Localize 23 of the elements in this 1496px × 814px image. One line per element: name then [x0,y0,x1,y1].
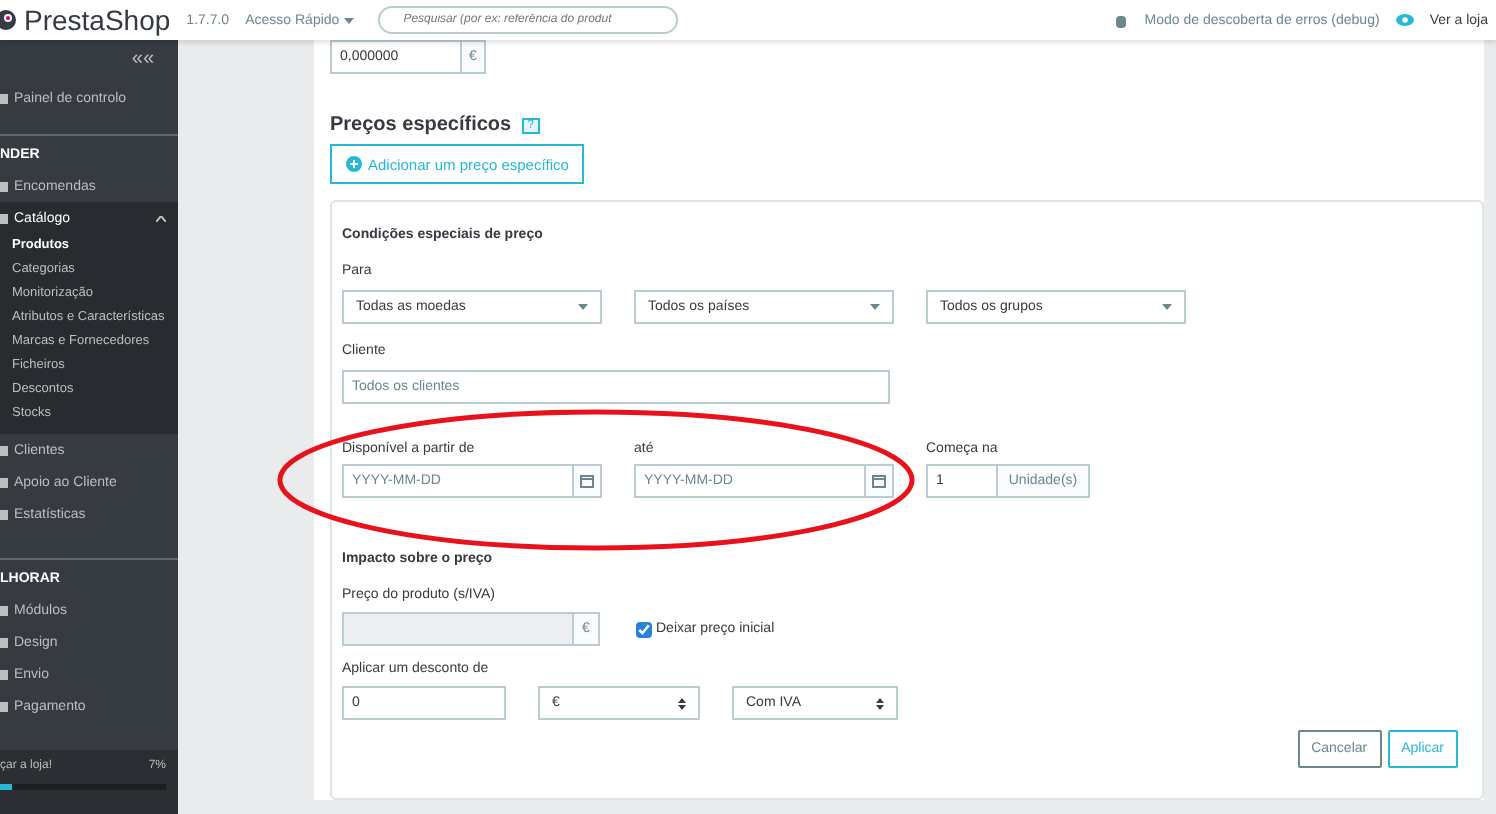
menu-item-icon [0,445,8,455]
caret-down-icon [1162,304,1172,310]
dashboard-icon [0,93,8,103]
menu-item-icon [0,637,8,647]
plus-circle-icon [346,156,362,172]
menu-item-icon [0,701,8,711]
menu-item-icon [0,213,8,223]
collapse-sidebar-button[interactable]: «« [131,48,154,70]
menu-item-icon [0,509,8,519]
checkbox[interactable] [636,621,652,637]
caret-down-icon [343,17,354,23]
section-heading: Preços específicos [330,114,512,136]
caret-down-icon [870,304,880,310]
menu-item-icon [0,605,8,615]
calendar-icon [872,474,886,488]
sort-arrows-icon [678,697,686,709]
sort-arrows-icon [876,697,884,709]
caret-down-icon [578,304,588,310]
menu-item-icon [0,477,8,487]
menu-item-icon [0,669,8,679]
calendar-icon [580,474,594,488]
eye-icon [1395,14,1414,26]
menu-item-icon [0,181,8,191]
